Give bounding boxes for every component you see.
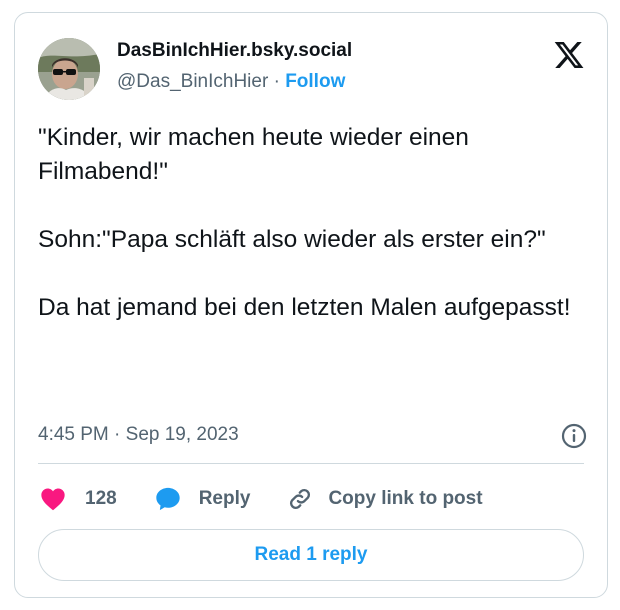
divider xyxy=(38,463,584,464)
copy-link-label: Copy link to post xyxy=(328,488,483,509)
read-replies-button[interactable]: Read 1 reply xyxy=(38,529,584,581)
follow-button[interactable]: Follow xyxy=(285,71,345,92)
tweet-card: DasBinIchHier.bsky.social @Das_BinIchHie… xyxy=(14,12,608,598)
author-handle[interactable]: @Das_BinIchHier xyxy=(117,71,268,92)
handle-separator: · xyxy=(268,71,286,92)
author-handle-row: @Das_BinIchHier · Follow xyxy=(117,71,345,93)
reply-button[interactable]: Reply xyxy=(153,485,251,513)
heart-icon xyxy=(41,488,65,511)
info-icon[interactable] xyxy=(560,422,588,450)
author-display-name[interactable]: DasBinIchHier.bsky.social xyxy=(117,40,352,62)
speech-bubble-icon xyxy=(156,487,180,511)
like-button[interactable]: 128 xyxy=(38,485,117,513)
avatar[interactable] xyxy=(38,38,100,100)
link-icon xyxy=(290,488,311,510)
copy-link-button[interactable]: Copy link to post xyxy=(286,485,483,513)
tweet-timestamp[interactable]: 4:45 PM · Sep 19, 2023 xyxy=(38,424,239,446)
tweet-text: "Kinder, wir machen heute wieder einen F… xyxy=(38,124,571,321)
avatar-photo xyxy=(38,38,100,100)
x-logo-icon[interactable] xyxy=(553,39,585,71)
reply-label: Reply xyxy=(198,488,251,509)
like-count: 128 xyxy=(85,488,117,509)
action-bar: 128 Reply Copy link to post xyxy=(38,479,483,519)
